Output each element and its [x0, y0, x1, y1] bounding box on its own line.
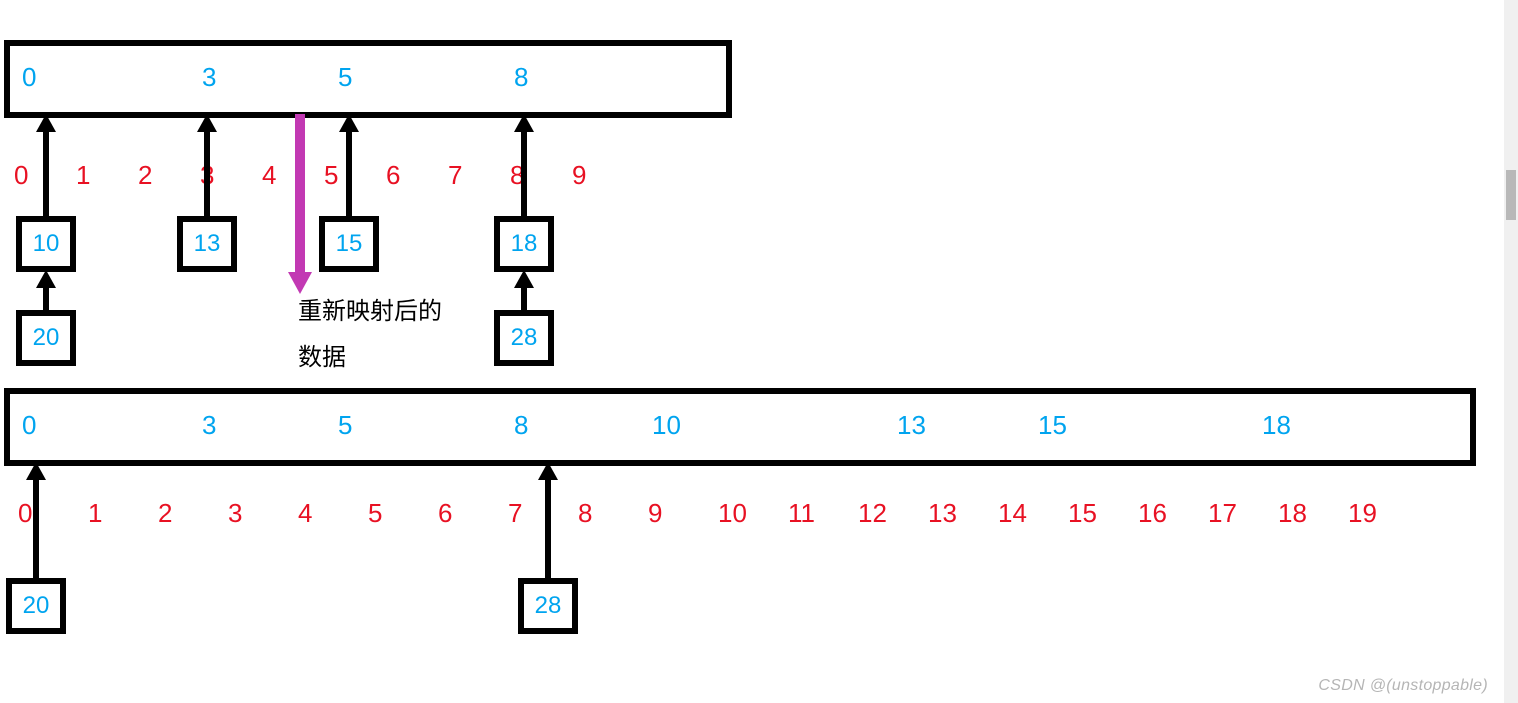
- watermark: CSDN @(unstoppable): [1318, 677, 1488, 695]
- hash-slot-value: 8: [514, 410, 528, 441]
- hash-slot-value: 10: [652, 410, 681, 441]
- hash-node: 15: [319, 216, 379, 272]
- annotation-line1: 重新映射后的: [298, 290, 442, 333]
- arrow-up-icon: [514, 270, 534, 288]
- hash-table-top: [4, 40, 732, 118]
- hash-slot-value: 15: [1038, 410, 1067, 441]
- index-label: 6: [438, 498, 452, 529]
- arrow-up-icon: [36, 114, 56, 132]
- index-label: 17: [1208, 498, 1237, 529]
- index-label: 4: [262, 160, 276, 191]
- hash-slot-value: 8: [514, 62, 528, 93]
- index-label: 9: [648, 498, 662, 529]
- scrollbar-thumb[interactable]: [1506, 170, 1516, 220]
- hash-slot-value: 18: [1262, 410, 1291, 441]
- arrow-up-icon: [339, 114, 359, 132]
- hash-slot-value: 3: [202, 410, 216, 441]
- arrow-shaft: [521, 286, 527, 310]
- arrow-up-icon: [514, 114, 534, 132]
- index-label: 3: [228, 498, 242, 529]
- arrow-shaft: [545, 478, 551, 578]
- index-label: 0: [18, 498, 32, 529]
- index-label: 1: [88, 498, 102, 529]
- index-label: 1: [76, 160, 90, 191]
- index-label: 7: [448, 160, 462, 191]
- index-label: 15: [1068, 498, 1097, 529]
- rehash-arrow-shaft: [295, 114, 305, 274]
- hash-node: 13: [177, 216, 237, 272]
- index-label: 11: [788, 498, 815, 529]
- arrow-shaft: [521, 130, 527, 216]
- index-label: 7: [508, 498, 522, 529]
- arrow-shaft: [204, 130, 210, 216]
- index-label: 5: [324, 160, 338, 191]
- index-label: 13: [928, 498, 957, 529]
- index-label: 19: [1348, 498, 1377, 529]
- annotation-line2: 数据: [298, 336, 346, 379]
- index-label: 8: [578, 498, 592, 529]
- hash-node: 18: [494, 216, 554, 272]
- hash-node: 20: [6, 578, 66, 634]
- index-label: 5: [368, 498, 382, 529]
- hash-slot-value: 0: [22, 62, 36, 93]
- index-label: 2: [158, 498, 172, 529]
- index-label: 2: [138, 160, 152, 191]
- index-label: 9: [572, 160, 586, 191]
- arrow-up-icon: [26, 462, 46, 480]
- arrow-up-icon: [36, 270, 56, 288]
- index-label: 16: [1138, 498, 1167, 529]
- scrollbar-track[interactable]: [1504, 0, 1518, 703]
- hash-node: 20: [16, 310, 76, 366]
- hash-slot-value: 5: [338, 410, 352, 441]
- arrow-up-icon: [197, 114, 217, 132]
- index-label: 14: [998, 498, 1027, 529]
- hash-node: 28: [494, 310, 554, 366]
- index-label: 0: [14, 160, 28, 191]
- index-label: 10: [718, 498, 747, 529]
- hash-table-bottom: [4, 388, 1476, 466]
- hash-slot-value: 13: [897, 410, 926, 441]
- arrow-shaft: [33, 478, 39, 578]
- index-label: 18: [1278, 498, 1307, 529]
- index-label: 4: [298, 498, 312, 529]
- hash-slot-value: 3: [202, 62, 216, 93]
- arrow-shaft: [346, 130, 352, 216]
- arrow-shaft: [43, 130, 49, 216]
- arrow-shaft: [43, 286, 49, 310]
- arrow-up-icon: [538, 462, 558, 480]
- hash-node: 28: [518, 578, 578, 634]
- hash-slot-value: 5: [338, 62, 352, 93]
- index-label: 12: [858, 498, 887, 529]
- index-label: 6: [386, 160, 400, 191]
- hash-slot-value: 0: [22, 410, 36, 441]
- hash-node: 10: [16, 216, 76, 272]
